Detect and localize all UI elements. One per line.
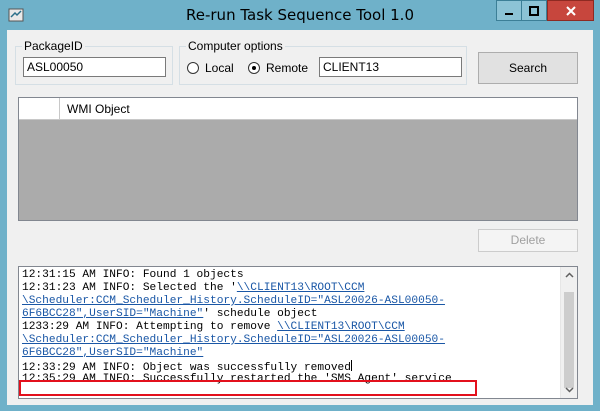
text-cursor <box>350 360 352 371</box>
log-line: 12:33:29 AM INFO: Object was successfull… <box>22 360 560 373</box>
log-lines: 12:31:15 AM INFO: Found 1 objects 12:31:2… <box>22 269 560 386</box>
remote-radio[interactable]: Remote <box>248 61 308 75</box>
scroll-up-icon[interactable] <box>561 267 578 284</box>
log-line: 12:31:15 AM INFO: Found 1 objects <box>22 269 560 282</box>
log-text: 12:31:15 AM INFO: Found 1 objects <box>22 269 244 281</box>
minimize-button[interactable] <box>496 0 522 21</box>
log-text: 12:33:29 AM INFO: Object was successfull… <box>22 362 351 373</box>
log-link[interactable]: \Scheduler:CCM_Scheduler_History.Schedul… <box>22 334 445 346</box>
log-link[interactable]: 6F6BCC28",UserSID="Machine" <box>22 308 203 320</box>
log-link[interactable]: \\CLIENT13\ROOT\CCM <box>237 282 365 294</box>
log-text: ' schedule object <box>203 308 318 320</box>
log-link[interactable]: 6F6BCC28",UserSID="Machine" <box>22 347 203 359</box>
remote-radio-dot[interactable] <box>248 62 260 74</box>
app-window: Re-run Task Sequence Tool 1.0 PackageID … <box>0 0 600 411</box>
minimize-icon <box>505 12 513 15</box>
log-link[interactable]: \\CLIENT13\ROOT\CCM <box>277 321 405 333</box>
log-text: 1233:29 AM INFO: Attempting to remove <box>22 321 278 333</box>
local-radio[interactable]: Local <box>187 61 234 75</box>
package-legend: PackageID <box>24 39 83 53</box>
grid-row-header[interactable] <box>19 98 60 120</box>
close-button[interactable] <box>547 0 594 21</box>
grid-column-wmi-object[interactable]: WMI Object <box>67 102 130 116</box>
maximize-button[interactable] <box>521 0 547 21</box>
log-line: 12:31:23 AM INFO: Selected the '\\CLIENT… <box>22 282 560 295</box>
client-area: PackageID ASL00050 Computer options Loca… <box>7 30 593 405</box>
log-text: 12:31:23 AM INFO: Selected the ' <box>22 282 237 294</box>
scroll-thumb[interactable] <box>564 292 574 388</box>
maximize-icon <box>529 5 539 16</box>
wmi-object-grid[interactable]: WMI Object <box>18 97 578 221</box>
remote-radio-label: Remote <box>266 61 309 75</box>
close-icon <box>565 5 576 16</box>
log-output[interactable]: 12:31:15 AM INFO: Found 1 objects 12:31:2… <box>18 266 578 399</box>
log-line: \Scheduler:CCM_Scheduler_History.Schedul… <box>22 334 560 347</box>
grid-header: WMI Object <box>19 98 577 120</box>
package-id-input[interactable]: ASL00050 <box>23 57 166 77</box>
scroll-down-icon[interactable] <box>561 381 578 398</box>
log-line: \Scheduler:CCM_Scheduler_History.Schedul… <box>22 295 560 308</box>
local-radio-label: Local <box>205 61 234 75</box>
local-radio-dot[interactable] <box>187 62 199 74</box>
computer-name-input[interactable]: CLIENT13 <box>319 57 462 77</box>
log-line: 1233:29 AM INFO: Attempting to remove \\… <box>22 321 560 334</box>
computer-options-legend: Computer options <box>188 39 283 53</box>
search-button[interactable]: Search <box>478 52 578 84</box>
log-link[interactable]: \Scheduler:CCM_Scheduler_History.Schedul… <box>22 295 445 307</box>
log-line: 6F6BCC28",UserSID="Machine" <box>22 347 560 360</box>
log-line: 6F6BCC28",UserSID="Machine"' schedule ob… <box>22 308 560 321</box>
title-bar[interactable]: Re-run Task Sequence Tool 1.0 <box>0 0 600 30</box>
highlight-box <box>19 380 477 396</box>
log-scrollbar[interactable] <box>560 267 577 398</box>
delete-button[interactable]: Delete <box>478 229 578 252</box>
